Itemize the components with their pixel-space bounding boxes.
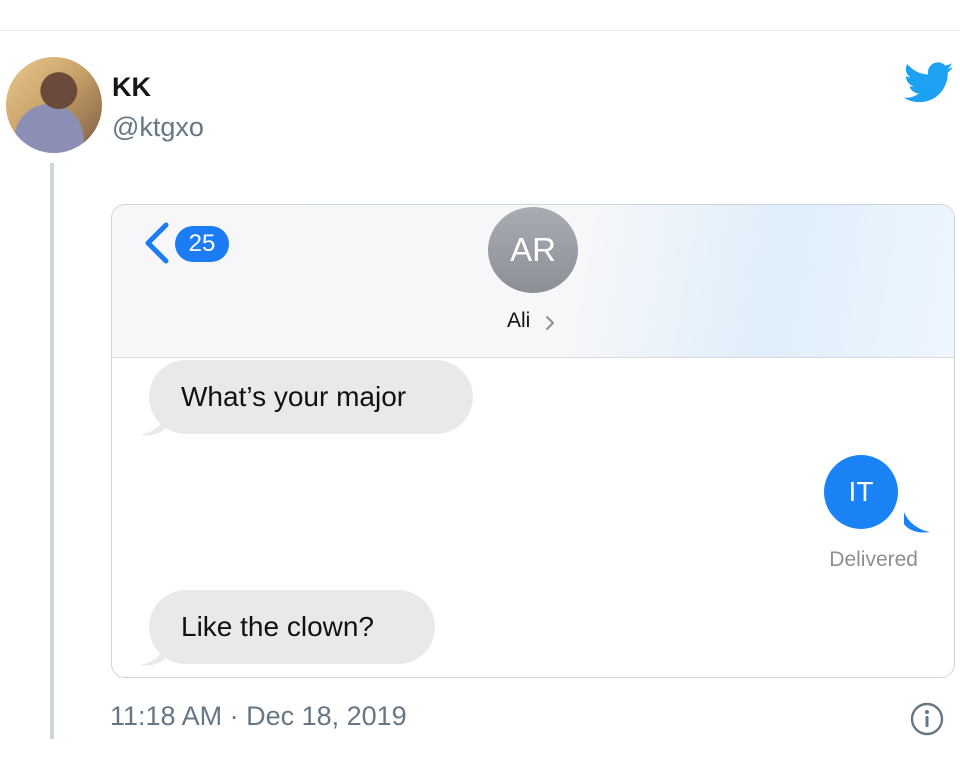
chevron-right-icon[interactable] (544, 315, 556, 331)
unread-count-badge[interactable]: 25 (175, 226, 229, 262)
top-divider (0, 30, 960, 31)
delivery-status: Delivered (829, 548, 918, 571)
twitter-bird-icon (904, 62, 954, 103)
thread-line (50, 163, 54, 739)
incoming-message-bubble: Like the clown? (149, 590, 435, 664)
tweet-timestamp[interactable]: 11:18 AM · Dec 18, 2019 (110, 701, 407, 732)
contact-avatar[interactable]: AR (488, 207, 578, 293)
author-display-name[interactable]: KK (112, 72, 151, 103)
info-icon[interactable] (910, 702, 944, 736)
imessage-header: 25 AR Ali (112, 205, 954, 358)
author-avatar[interactable] (6, 57, 102, 153)
outgoing-message-bubble: IT (824, 455, 898, 529)
back-chevron-icon[interactable] (142, 221, 172, 265)
incoming-message-bubble: What’s your major (149, 360, 473, 434)
contact-name[interactable]: Ali (507, 309, 530, 333)
outgoing-bubble-tail (904, 512, 930, 533)
screenshot-card[interactable]: 25 AR Ali What’s your major IT Delivered… (111, 204, 955, 678)
author-handle[interactable]: @ktgxo (112, 112, 204, 143)
